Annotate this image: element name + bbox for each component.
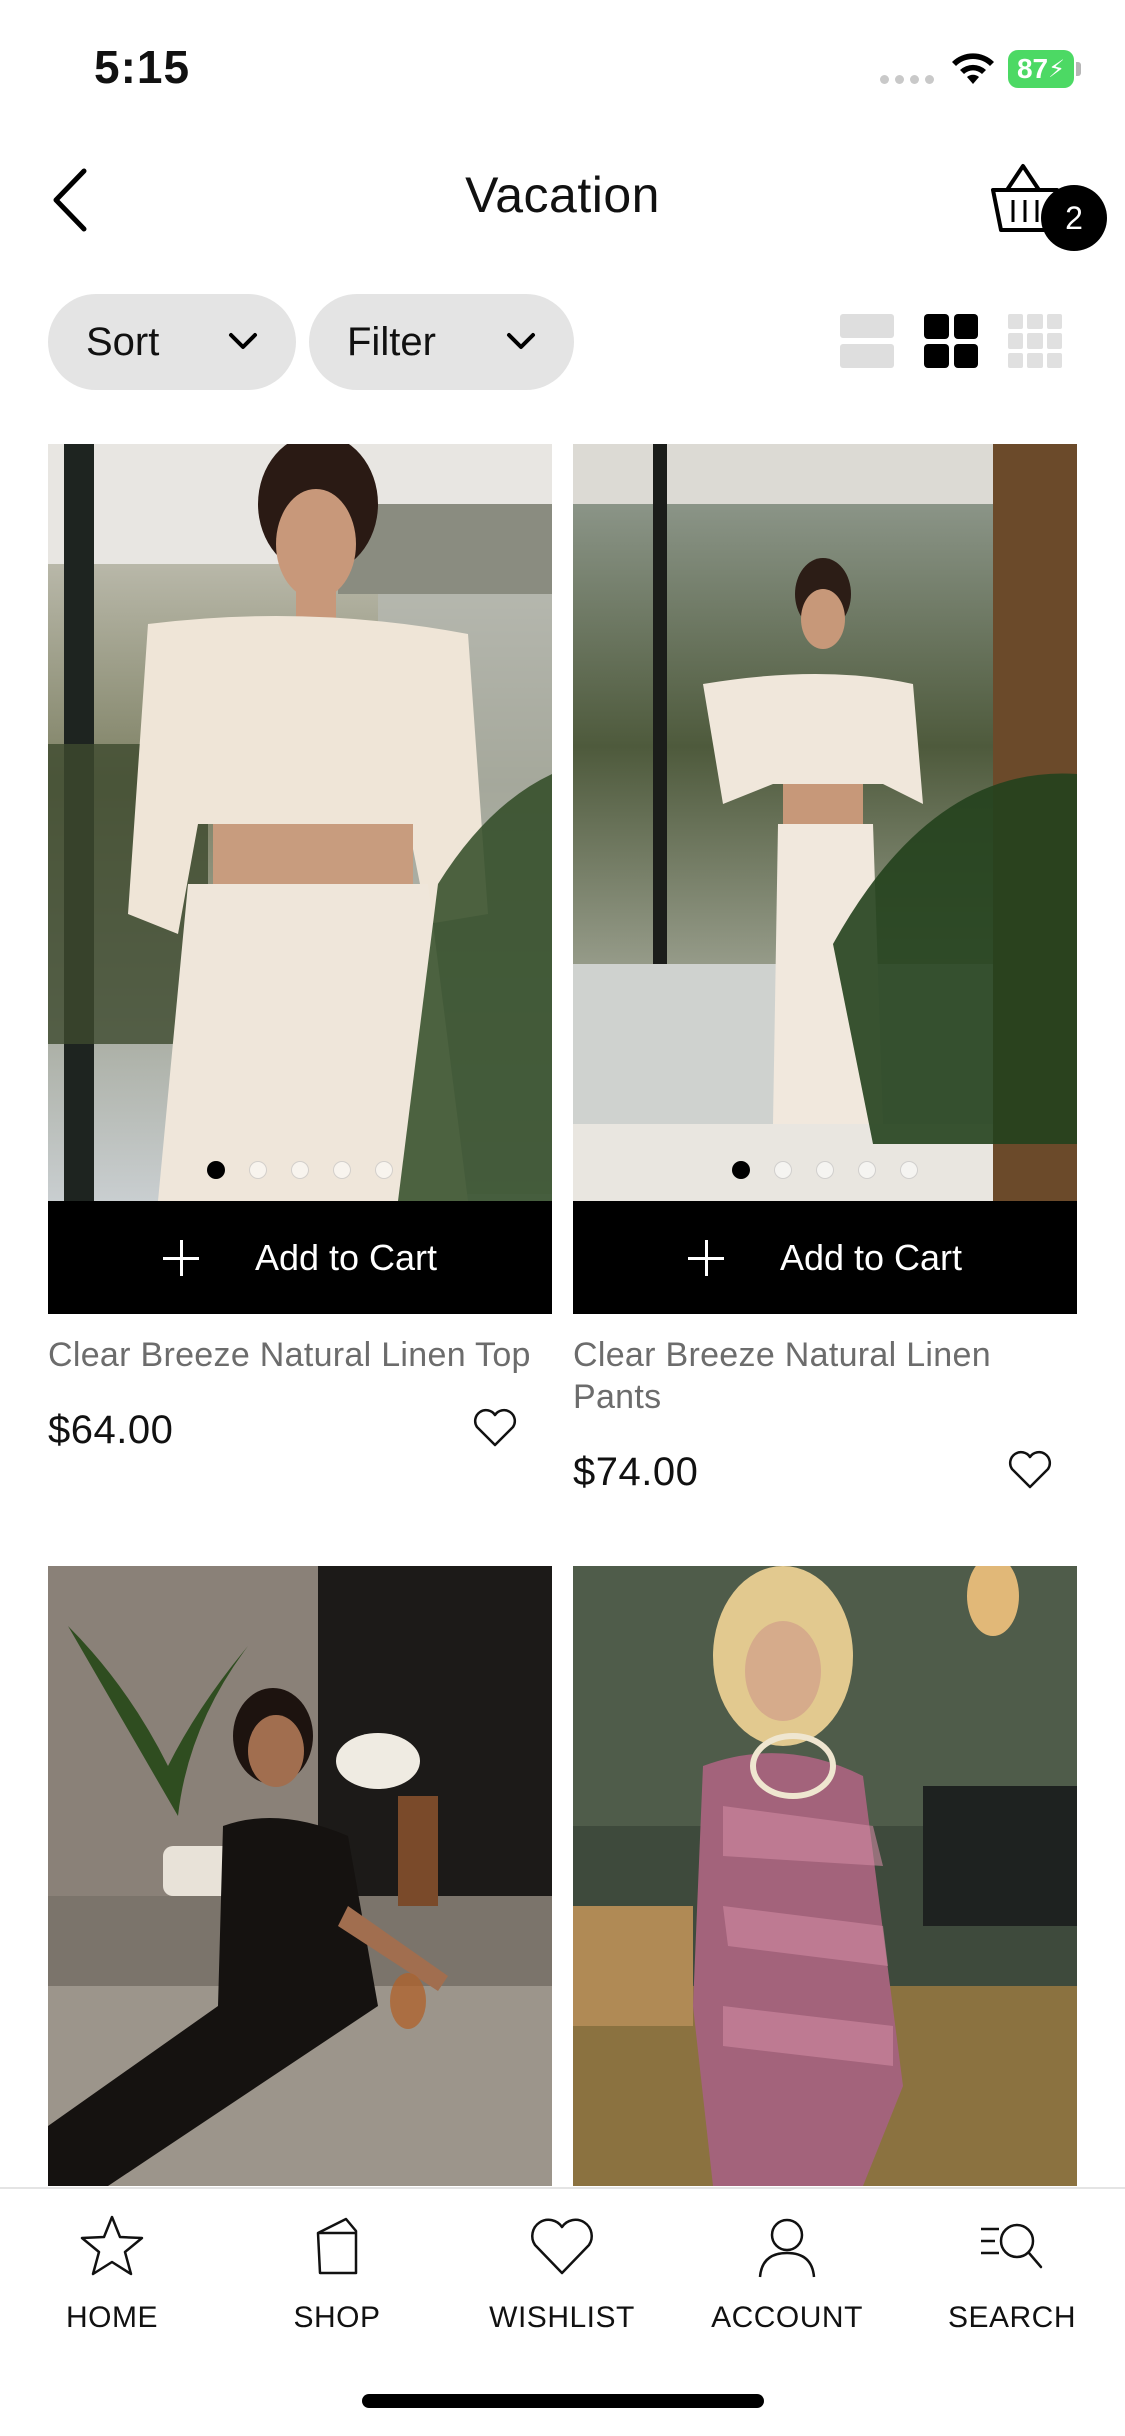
plus-icon: [687, 1239, 724, 1276]
two-column-grid-icon[interactable]: [924, 314, 978, 368]
plus-icon: [162, 1239, 199, 1276]
nav-home[interactable]: HOME: [12, 2211, 212, 2335]
shopping-bag-icon: [316, 2217, 358, 2275]
nav-home-label: HOME: [66, 2301, 158, 2334]
nav-shop[interactable]: SHOP: [237, 2211, 437, 2335]
nav-wishlist-label: WISHLIST: [489, 2301, 635, 2334]
cellular-signal-icon: [880, 72, 936, 86]
product-photo: [573, 1566, 1077, 2186]
nav-shop-label: SHOP: [293, 2301, 381, 2334]
product-price: $64.00: [48, 1408, 174, 1452]
product-price: $74.00: [573, 1450, 699, 1494]
add-to-cart-button[interactable]: Add to Cart: [48, 1201, 552, 1314]
nav-account[interactable]: ACCOUNT: [687, 2211, 887, 2335]
heart-icon: [531, 2218, 593, 2275]
add-to-cart-button[interactable]: Add to Cart: [573, 1201, 1077, 1314]
product-image[interactable]: [48, 1566, 552, 2186]
chevron-down-icon: [507, 333, 535, 349]
product-image[interactable]: [573, 1566, 1077, 2186]
product-name[interactable]: Clear Breeze Natural Linen Pants: [573, 1334, 1043, 1418]
star-icon: [80, 2215, 144, 2276]
product-photo: [48, 1566, 552, 2186]
product-card[interactable]: [573, 1566, 1077, 2186]
product-card[interactable]: Add to Cart Clear Breeze Natural Linen P…: [573, 444, 1077, 1544]
product-photo: [573, 444, 1077, 1201]
nav-account-label: ACCOUNT: [711, 2301, 863, 2334]
toolbar: Sort Filter: [0, 290, 1125, 390]
cart-count-badge: 2: [1041, 185, 1107, 251]
nav-wishlist[interactable]: WISHLIST: [462, 2211, 662, 2335]
battery-icon: 87 ⚡: [1008, 50, 1081, 88]
nav-search-label: SEARCH: [947, 2301, 1077, 2334]
header: Vacation 2: [0, 150, 1125, 251]
battery-level: 87: [1016, 53, 1049, 84]
page-title: Vacation: [465, 167, 660, 223]
three-column-grid-icon[interactable]: [1008, 314, 1062, 368]
status-bar: 5:15 87 ⚡: [0, 0, 1125, 140]
add-to-cart-label: Add to Cart: [779, 1236, 963, 1278]
wifi-icon: [952, 53, 994, 84]
product-photo: [48, 444, 552, 1201]
carousel-dots[interactable]: [573, 1161, 1077, 1179]
user-icon: [758, 2218, 816, 2278]
search-icon: [981, 2223, 1043, 2269]
chevron-down-icon: [229, 333, 257, 349]
heart-icon[interactable]: [472, 1408, 518, 1448]
carousel-dots[interactable]: [48, 1161, 552, 1179]
product-card[interactable]: [48, 1566, 552, 2186]
add-to-cart-label: Add to Cart: [254, 1236, 438, 1278]
nav-search[interactable]: SEARCH: [912, 2211, 1112, 2335]
product-image[interactable]: [573, 444, 1077, 1201]
status-time: 5:15: [94, 41, 191, 93]
cart-button[interactable]: 2: [985, 160, 1107, 260]
filter-button[interactable]: Filter: [309, 294, 574, 390]
filter-label: Filter: [347, 319, 436, 364]
home-indicator[interactable]: [362, 2394, 764, 2408]
sort-label: Sort: [86, 319, 160, 364]
sort-button[interactable]: Sort: [48, 294, 296, 390]
product-name[interactable]: Clear Breeze Natural Linen Top: [48, 1334, 548, 1376]
product-image[interactable]: [48, 444, 552, 1201]
heart-icon[interactable]: [1007, 1450, 1053, 1490]
product-card[interactable]: Add to Cart Clear Breeze Natural Linen T…: [48, 444, 552, 1544]
list-view-icon[interactable]: [840, 314, 894, 368]
